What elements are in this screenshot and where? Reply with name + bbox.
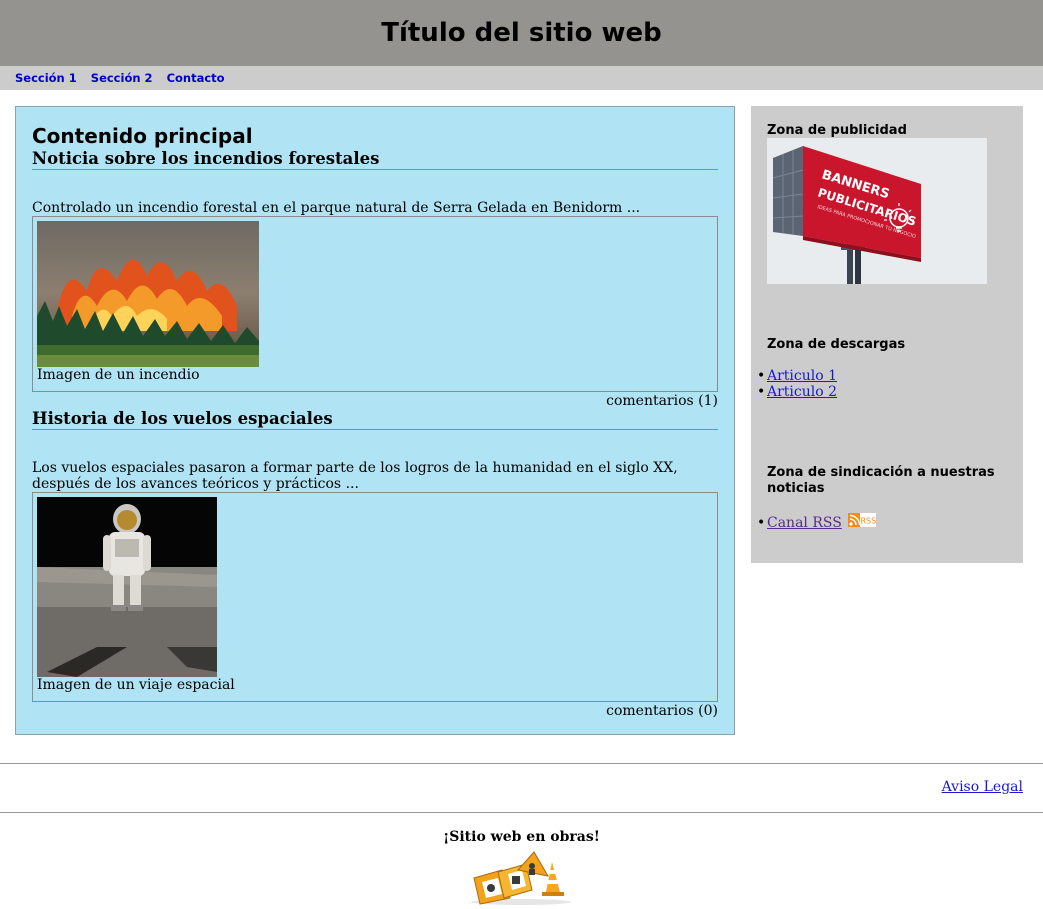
rss-icon[interactable]: RSS (848, 513, 877, 527)
rss-feed-link[interactable]: Canal RSS (767, 515, 842, 531)
comments-link[interactable]: comentarios (1) (606, 393, 718, 409)
article-summary: Los vuelos espaciales pasaron a formar p… (32, 460, 678, 492)
comments-link[interactable]: comentarios (0) (606, 703, 718, 719)
nav-bar: Sección 1 Sección 2 Contacto (0, 66, 1043, 90)
article-title: Noticia sobre los incendios forestales (32, 149, 718, 170)
downloads-heading: Zona de descargas (767, 337, 906, 352)
list-item: Articulo 1 (757, 368, 837, 384)
syndication-heading: Zona de sindicación a nuestras noticias (767, 465, 995, 496)
forest-fire-image (37, 221, 259, 367)
list-item: Canal RSS RSS (757, 513, 877, 531)
site-header: Título del sitio web (0, 0, 1043, 66)
main-title: Contenido principal (32, 124, 253, 148)
download-link-articulo-2[interactable]: Articulo 2 (767, 384, 837, 400)
footer-divider-top (0, 763, 1043, 764)
sidebar: Zona de publicidad BANNERS PUBLICITARIOS… (751, 106, 1023, 563)
footer-divider-bottom (0, 812, 1043, 813)
main-content: Contenido principal Noticia sobre los in… (15, 106, 735, 735)
downloads-list: Articulo 1 Articulo 2 (751, 368, 837, 400)
site-title: Título del sitio web (381, 18, 662, 48)
article-figure: Imagen de un viaje espacial (32, 492, 718, 702)
legal-notice-link[interactable]: Aviso Legal (942, 779, 1023, 795)
astronaut-image (37, 497, 217, 677)
article-title: Historia de los vuelos espaciales (32, 409, 718, 430)
ads-heading: Zona de publicidad (767, 123, 907, 138)
article-summary: Controlado un incendio forestal en el pa… (32, 200, 641, 216)
billboard-ad-image[interactable]: BANNERS PUBLICITARIOS IDEAS PARA PROMOCI… (767, 138, 987, 284)
rss-badge-text: RSS (861, 517, 877, 526)
nav-link-seccion-2[interactable]: Sección 2 (91, 71, 153, 85)
article-fires: Noticia sobre los incendios forestales C… (32, 149, 718, 409)
nav-link-seccion-1[interactable]: Sección 1 (15, 71, 77, 85)
article-figure: Imagen de un incendio (32, 216, 718, 392)
article-space: Historia de los vuelos espaciales Los vu… (32, 409, 718, 719)
figure-caption: Imagen de un viaje espacial (37, 677, 235, 693)
list-item: Articulo 2 (757, 384, 837, 400)
figure-caption: Imagen de un incendio (37, 367, 200, 383)
nav-link-contacto[interactable]: Contacto (167, 71, 225, 85)
download-link-articulo-1[interactable]: Articulo 1 (767, 368, 837, 384)
syndication-list: Canal RSS RSS (751, 513, 877, 531)
under-construction-icon (466, 848, 576, 906)
under-construction-text: ¡Sitio web en obras! (443, 829, 600, 845)
